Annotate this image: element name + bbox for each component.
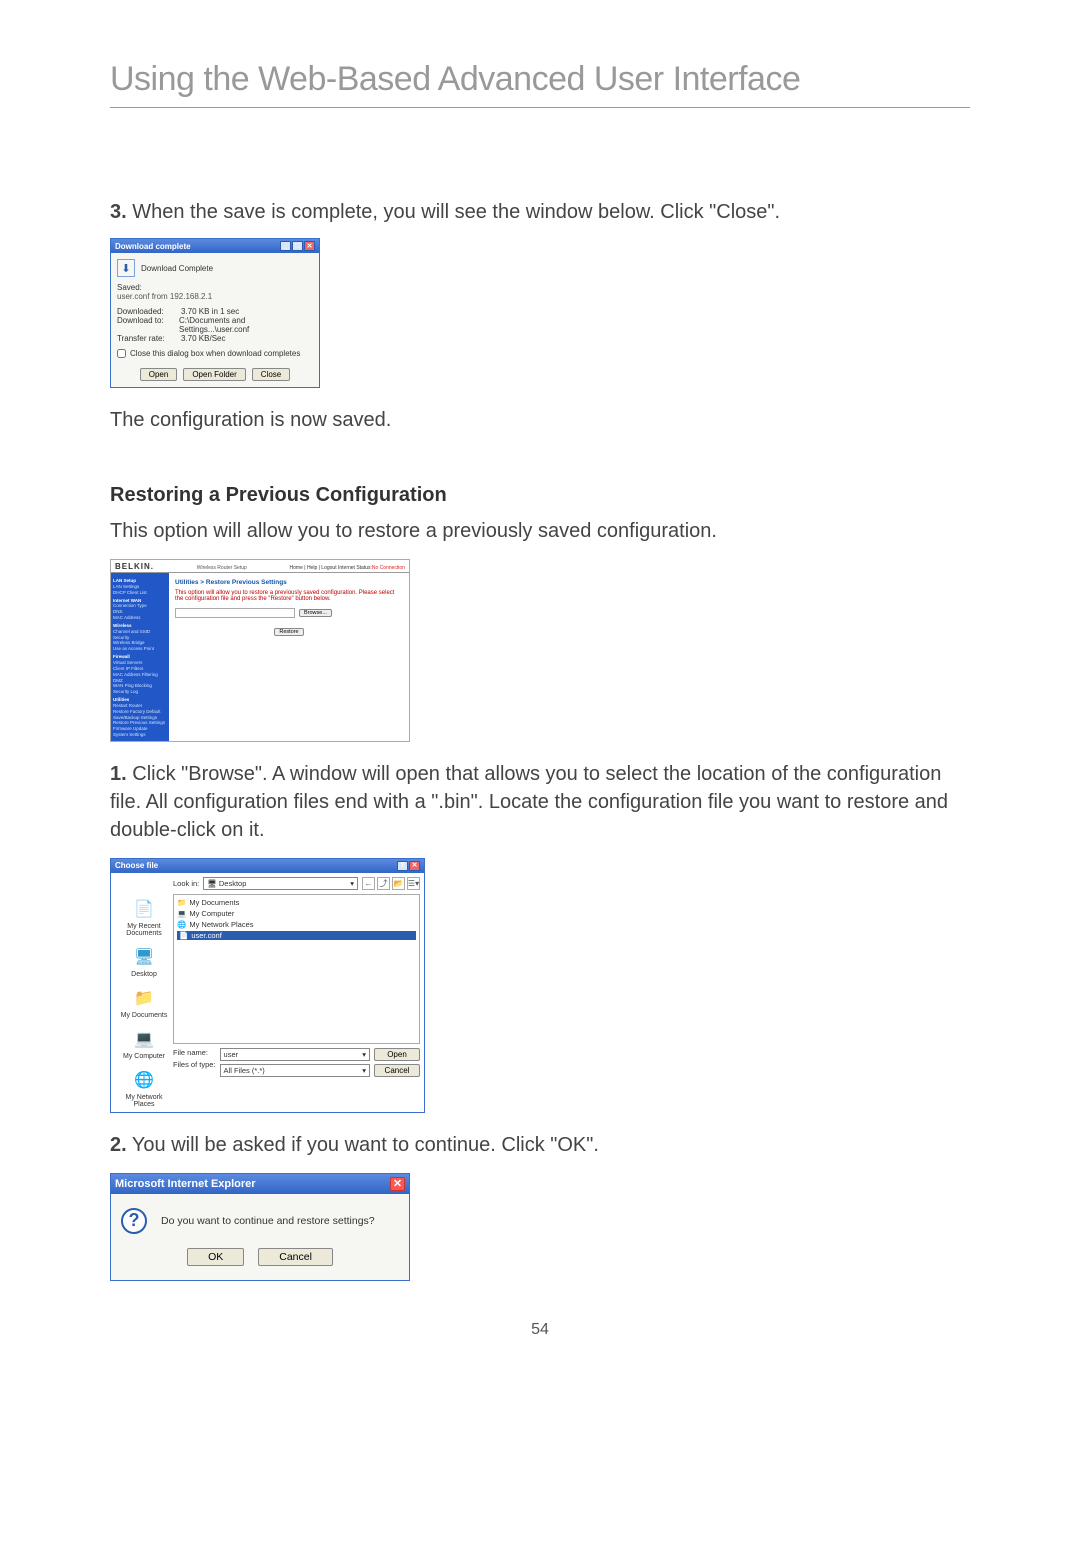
places-desktop[interactable]: 🖥Desktop (131, 945, 157, 978)
ie-message: Do you want to continue and restore sett… (161, 1215, 375, 1227)
restore-heading: Restoring a Previous Configuration (110, 484, 970, 507)
belkin-links-text[interactable]: Home | Help | Logout Internet Status: (290, 565, 372, 571)
places-documents[interactable]: 📁My Documents (121, 986, 168, 1019)
close-on-complete-label: Close this dialog box when download comp… (130, 349, 300, 358)
ie-title: Microsoft Internet Explorer (115, 1178, 256, 1190)
choose-file-dialog: Choose file ? ✕ 📄My Recent Documents 🖥De… (110, 858, 425, 1113)
help-button[interactable]: ? (397, 861, 408, 871)
page-number: 54 (110, 1321, 970, 1339)
filename-label: File name: (173, 1048, 216, 1057)
lookin-value: Desktop (219, 879, 247, 888)
belkin-main-text: This option will allow you to restore a … (175, 590, 403, 602)
download-icon: ⬇ (117, 259, 135, 277)
config-file-input[interactable] (175, 608, 295, 618)
file-item-my-documents[interactable]: 📁My Documents (177, 898, 416, 907)
dialog-title-bar[interactable]: Download complete _ □ ✕ (111, 239, 319, 253)
computer-icon: 💻 (177, 909, 186, 918)
download-header: Download Complete (141, 264, 213, 273)
belkin-main-heading: Utilities > Restore Previous Settings (175, 579, 403, 586)
file-icon: 📄 (179, 931, 188, 940)
step-2-body: You will be asked if you want to continu… (132, 1134, 599, 1156)
belkin-model: Wireless Router Setup (197, 565, 247, 571)
close-on-complete-checkbox[interactable]: Close this dialog box when download comp… (117, 349, 313, 358)
new-folder-icon[interactable]: 📂 (392, 877, 405, 890)
folder-icon: 📁 (177, 898, 186, 907)
chevron-down-icon[interactable]: ▾ (362, 1066, 366, 1075)
download-to-label: Download to: (117, 316, 173, 334)
downloaded-value: 3.70 KB in 1 sec (181, 307, 239, 316)
cancel-button[interactable]: Cancel (374, 1064, 420, 1077)
step-2-text: 2. You will be asked if you want to cont… (110, 1131, 970, 1159)
ie-title-bar[interactable]: Microsoft Internet Explorer ✕ (111, 1174, 409, 1194)
choose-title-bar[interactable]: Choose file ? ✕ (111, 859, 424, 873)
places-bar[interactable]: 📄My Recent Documents 🖥Desktop 📁My Docume… (115, 877, 173, 1108)
step-1-text: 1. Click "Browse". A window will open th… (110, 760, 970, 844)
close-x-button[interactable]: ✕ (390, 1177, 405, 1191)
download-complete-dialog: Download complete _ □ ✕ ⬇ Download Compl… (110, 238, 320, 388)
config-saved-text: The configuration is now saved. (110, 406, 970, 434)
sidebar-item[interactable]: Restore Factory Default (113, 709, 167, 715)
filetype-dropdown[interactable]: All Files (*.*)▾ (220, 1064, 370, 1077)
minimize-button[interactable]: _ (280, 241, 291, 251)
transfer-rate-value: 3.70 KB/Sec (181, 334, 225, 343)
step-3-body: When the save is complete, you will see … (132, 201, 780, 223)
close-on-complete-input[interactable] (117, 349, 126, 358)
sidebar-item[interactable]: MAC Address (113, 615, 167, 621)
filetype-label: Files of type: (173, 1060, 216, 1069)
close-x-button[interactable]: ✕ (409, 861, 420, 871)
restore-button[interactable]: Restore (274, 628, 303, 636)
close-x-button[interactable]: ✕ (304, 241, 315, 251)
back-icon[interactable]: ← (362, 877, 375, 890)
page-title: Using the Web-Based Advanced User Interf… (110, 60, 970, 108)
sidebar-item[interactable]: System Settings (113, 732, 167, 738)
maximize-button[interactable]: □ (292, 241, 303, 251)
chevron-down-icon[interactable]: ▾ (362, 1050, 366, 1059)
saved-label: Saved: (117, 283, 313, 292)
sidebar-item[interactable]: Security Log (113, 689, 167, 695)
sidebar-item[interactable]: Use as Access Point (113, 646, 167, 652)
lookin-label: Look in: (173, 879, 199, 888)
step-1-body: Click "Browse". A window will open that … (110, 763, 948, 841)
places-computer[interactable]: 💻My Computer (123, 1027, 165, 1060)
places-recent[interactable]: 📄My Recent Documents (115, 897, 173, 937)
file-item-user-conf[interactable]: 📄user.conf (177, 931, 416, 940)
file-item-my-network[interactable]: 🌐My Network Places (177, 920, 416, 929)
open-button[interactable]: Open (374, 1048, 420, 1061)
places-network[interactable]: 🌐My Network Places (115, 1068, 173, 1108)
filename-input[interactable]: user▾ (220, 1048, 370, 1061)
open-button[interactable]: Open (140, 368, 178, 381)
download-to-value: C:\Documents and Settings...\user.conf (179, 316, 313, 334)
sidebar-item[interactable]: DHCP Client List (113, 590, 167, 596)
browse-button[interactable]: Browse... (299, 609, 332, 617)
lookin-dropdown[interactable]: 🖥 Desktop ▾ (203, 877, 358, 890)
view-icon[interactable]: ☰▾ (407, 877, 420, 890)
step-3-text: 3. When the save is complete, you will s… (110, 198, 970, 226)
ie-confirm-dialog: Microsoft Internet Explorer ✕ ? Do you w… (110, 1173, 410, 1281)
network-icon: 🌐 (177, 920, 186, 929)
cancel-button[interactable]: Cancel (258, 1248, 333, 1266)
belkin-logo: BELKIN. (115, 562, 154, 571)
belkin-sidebar[interactable]: LAN Setup LAN Settings DHCP Client List … (111, 573, 169, 741)
restore-intro: This option will allow you to restore a … (110, 517, 970, 545)
saved-value: user.conf from 192.168.2.1 (117, 292, 313, 301)
close-button[interactable]: Close (252, 368, 290, 381)
belkin-router-page: BELKIN. Wireless Router Setup Home | Hel… (110, 559, 410, 742)
belkin-status: No Connection (372, 565, 405, 571)
open-folder-button[interactable]: Open Folder (183, 368, 245, 381)
up-icon[interactable]: ⤴ (377, 877, 390, 890)
ok-button[interactable]: OK (187, 1248, 244, 1266)
transfer-rate-label: Transfer rate: (117, 334, 175, 343)
dialog-title: Download complete (115, 242, 191, 251)
belkin-top-links[interactable]: Home | Help | Logout Internet Status:No … (290, 565, 405, 571)
file-list[interactable]: 📁My Documents 💻My Computer 🌐My Network P… (173, 894, 420, 1044)
question-icon: ? (121, 1208, 147, 1234)
file-item-my-computer[interactable]: 💻My Computer (177, 909, 416, 918)
chevron-down-icon[interactable]: ▾ (350, 879, 354, 888)
downloaded-label: Downloaded: (117, 307, 175, 316)
choose-title: Choose file (115, 861, 158, 870)
